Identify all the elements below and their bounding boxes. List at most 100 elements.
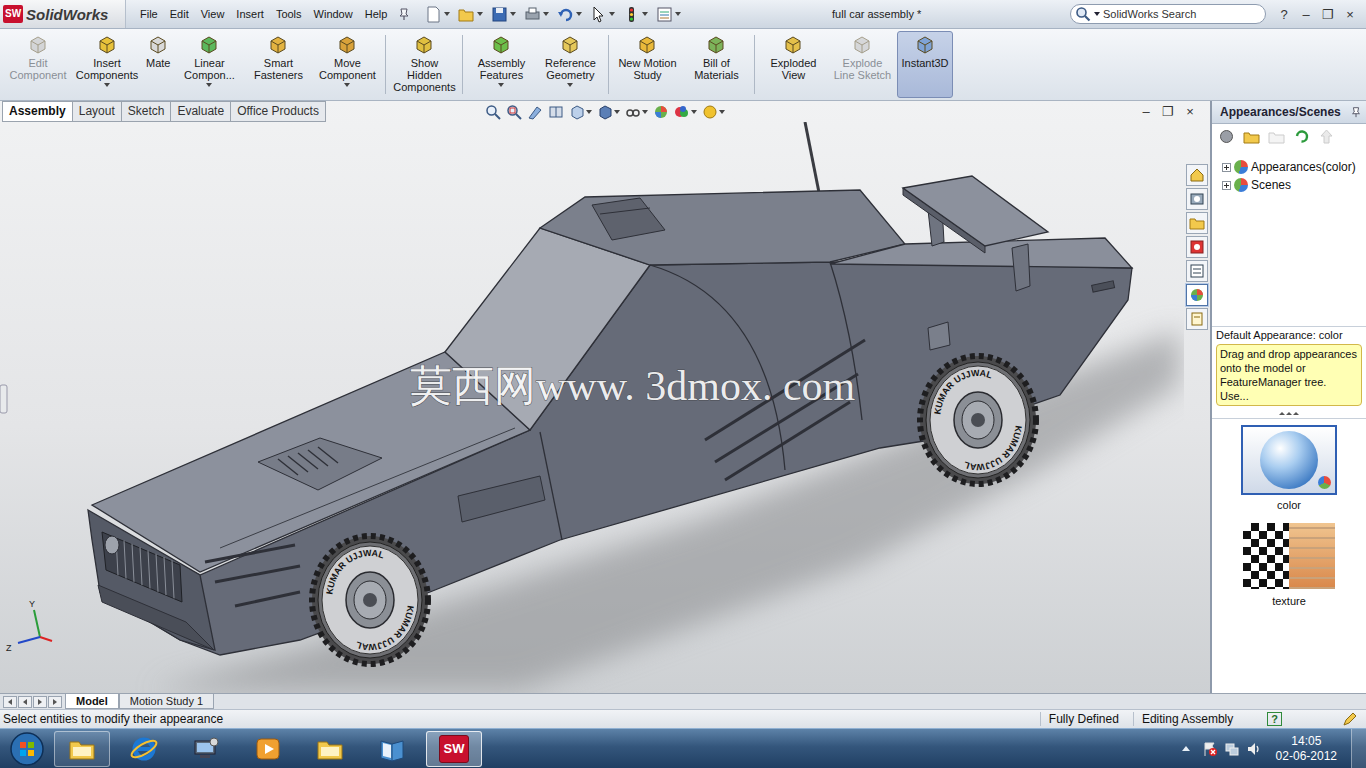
- view-button[interactable]: [506, 104, 522, 120]
- command-tab[interactable]: Office Products: [231, 101, 326, 122]
- pane-tool-icon[interactable]: [1243, 128, 1260, 145]
- pane-tool-icon[interactable]: [1293, 128, 1310, 145]
- window-control[interactable]: –: [1296, 7, 1316, 22]
- command-tab[interactable]: Evaluate: [171, 101, 231, 122]
- task-pane-tab[interactable]: [1186, 212, 1208, 234]
- quick-button[interactable]: [555, 6, 584, 23]
- view-button[interactable]: [485, 104, 501, 120]
- command-button[interactable]: Assembly Features: [467, 31, 535, 98]
- command-tab[interactable]: Sketch: [122, 101, 172, 122]
- show-hidden-icons[interactable]: [1182, 746, 1190, 751]
- bottom-tab[interactable]: Motion Study 1: [119, 694, 214, 709]
- task-pane-tab[interactable]: [1186, 308, 1208, 330]
- gallery-item[interactable]: texture: [1241, 521, 1337, 607]
- command-button[interactable]: Smart Fasteners: [244, 31, 312, 98]
- window-control[interactable]: ?: [1274, 7, 1294, 22]
- pane-tool-icon[interactable]: [1218, 128, 1235, 145]
- search-box[interactable]: SolidWorks Search: [1070, 4, 1266, 24]
- menu-item[interactable]: View: [195, 8, 231, 20]
- menu-item[interactable]: File: [134, 8, 164, 20]
- task-pane-tab[interactable]: [1186, 236, 1208, 258]
- viewport-control[interactable]: ❐: [1160, 104, 1176, 119]
- expander[interactable]: [1222, 181, 1231, 190]
- taskbar-app[interactable]: [302, 731, 358, 767]
- action-center-icon[interactable]: [1202, 741, 1218, 757]
- command-button[interactable]: Move Component: [313, 31, 381, 98]
- task-pane-tab[interactable]: [1186, 284, 1208, 306]
- tab-scroll-button[interactable]: [18, 696, 32, 708]
- task-pane-tab[interactable]: [1186, 260, 1208, 282]
- help-button[interactable]: ?: [1267, 712, 1282, 726]
- pane-tool-icon[interactable]: [1318, 128, 1335, 145]
- command-button[interactable]: Linear Compon...: [175, 31, 243, 98]
- quick-button[interactable]: [588, 6, 617, 23]
- command-button[interactable]: Show Hidden Components: [390, 31, 458, 98]
- taskbar-app[interactable]: [240, 731, 296, 767]
- tab-scroll-button[interactable]: [3, 696, 17, 708]
- tab-scroll-button[interactable]: [33, 696, 47, 708]
- menu-item[interactable]: Insert: [230, 8, 270, 20]
- tree-item[interactable]: Scenes: [1222, 176, 1360, 194]
- viewport-control[interactable]: –: [1138, 104, 1154, 119]
- task-pane-tab[interactable]: [1186, 164, 1208, 186]
- command-button[interactable]: Exploded View: [759, 31, 827, 98]
- quick-button[interactable]: [522, 6, 551, 23]
- window-control[interactable]: ×: [1340, 7, 1360, 22]
- clock[interactable]: 14:0502-06-2012: [1268, 734, 1345, 764]
- tab-scroll-button[interactable]: [48, 696, 62, 708]
- view-button[interactable]: [702, 104, 725, 120]
- view-button[interactable]: [674, 104, 697, 120]
- quick-button[interactable]: [489, 6, 518, 23]
- command-button[interactable]: Explode Line Sketch: [828, 31, 896, 98]
- panel-handle[interactable]: [0, 385, 7, 413]
- view-button[interactable]: [653, 104, 669, 120]
- quick-button[interactable]: [456, 6, 485, 23]
- view-button[interactable]: [527, 104, 543, 120]
- pencil-icon[interactable]: [1342, 711, 1358, 727]
- tree-item[interactable]: Appearances(color): [1222, 158, 1360, 176]
- show-desktop-button[interactable]: [1351, 729, 1366, 768]
- splitter[interactable]: [1212, 408, 1366, 419]
- window-control[interactable]: ❐: [1318, 7, 1338, 22]
- quick-button[interactable]: [423, 6, 452, 23]
- model-canvas[interactable]: KUMAR UJJWALKUMAR UJJWALKUMAR UJJWALKUMA…: [0, 122, 1184, 693]
- view-button[interactable]: [597, 104, 620, 120]
- menu-item[interactable]: Tools: [270, 8, 308, 20]
- remote-icon: [191, 734, 221, 764]
- command-button[interactable]: Edit Component: [4, 31, 72, 98]
- gallery-item[interactable]: color: [1241, 425, 1337, 511]
- command-button[interactable]: Reference Geometry: [536, 31, 604, 98]
- quick-button[interactable]: [621, 6, 650, 23]
- network-icon[interactable]: [1224, 741, 1240, 757]
- pin-icon[interactable]: [1350, 106, 1362, 118]
- menu-item[interactable]: Window: [308, 8, 359, 20]
- taskbar-app[interactable]: [116, 731, 172, 767]
- pin-icon[interactable]: [397, 7, 411, 21]
- view-button[interactable]: [548, 104, 564, 120]
- taskbar-app[interactable]: [54, 731, 110, 767]
- bottom-tab[interactable]: Model: [65, 694, 119, 709]
- taskbar-app[interactable]: [364, 731, 420, 767]
- command-button[interactable]: Instant3D: [897, 31, 952, 98]
- command-button[interactable]: Mate: [142, 31, 174, 98]
- command-tab[interactable]: Layout: [73, 101, 122, 122]
- task-pane-tab[interactable]: [1186, 188, 1208, 210]
- expander[interactable]: [1222, 163, 1231, 172]
- menu-item[interactable]: Help: [359, 8, 394, 20]
- taskbar-app[interactable]: [178, 731, 234, 767]
- quick-button[interactable]: [654, 6, 683, 23]
- pane-tool-icon[interactable]: [1268, 128, 1285, 145]
- view-button[interactable]: [625, 104, 648, 120]
- view-button[interactable]: [569, 104, 592, 120]
- taskbar-app[interactable]: SW: [426, 731, 482, 767]
- app-logo[interactable]: SWSolidWorks: [0, 0, 126, 28]
- car-model[interactable]: KUMAR UJJWALKUMAR UJJWALKUMAR UJJWALKUMA…: [0, 122, 1184, 693]
- command-button[interactable]: Bill of Materials: [682, 31, 750, 98]
- command-button[interactable]: New Motion Study: [613, 31, 681, 98]
- volume-icon[interactable]: [1246, 741, 1262, 757]
- command-button[interactable]: Insert Components: [73, 31, 141, 98]
- start-button[interactable]: [0, 732, 54, 766]
- command-tab[interactable]: Assembly: [2, 101, 73, 122]
- menu-item[interactable]: Edit: [164, 8, 195, 20]
- viewport-control[interactable]: ×: [1182, 104, 1198, 119]
